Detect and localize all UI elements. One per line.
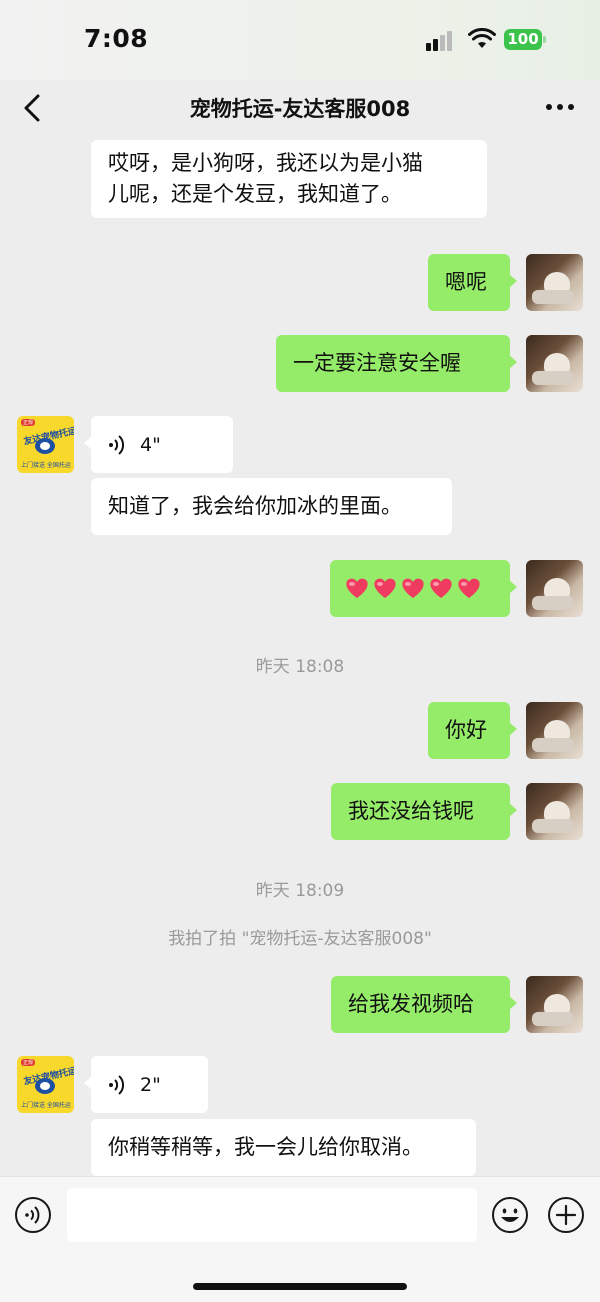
my-avatar[interactable] (526, 335, 583, 392)
my-avatar[interactable] (526, 783, 583, 840)
avatar-subtitle: 上门接送 全国托运 (21, 1102, 71, 1109)
message-bubble-sent[interactable]: 你好 (428, 702, 517, 759)
message-input[interactable] (67, 1188, 477, 1242)
message-text: 儿呢，还是个发豆，我知道了。 (108, 182, 402, 206)
message-bubble-received[interactable]: 哎呀，是小狗呀，我还以为是小猫 儿呢，还是个发豆，我知道了。 (91, 140, 487, 218)
heart-icon (346, 578, 368, 598)
message-text: 嗯呢 (445, 270, 487, 294)
message-bubble-sent[interactable]: 嗯呢 (428, 254, 517, 311)
emoji-icon[interactable] (491, 1196, 529, 1234)
battery-indicator: 100 (504, 29, 546, 50)
message-text: 你稍等稍等，我一会儿给你取消。 (108, 1135, 423, 1159)
voice-wave-icon (109, 1074, 125, 1095)
status-bar: 7:08 100 (0, 0, 600, 80)
chat-title: 宠物托运-友达客服008 (189, 97, 411, 121)
voice-duration: 4" (140, 433, 161, 456)
avatar-badge: 正规 (21, 1059, 36, 1066)
message-text: 你好 (445, 718, 487, 742)
message-text: 我还没给钱呢 (348, 799, 474, 823)
voice-wave-icon (109, 434, 125, 455)
message-text: 一定要注意安全喔 (293, 351, 461, 375)
dog-logo-icon (35, 1078, 55, 1094)
message-bubble-received[interactable]: 你稍等稍等，我一会儿给你取消。 (91, 1119, 476, 1176)
contact-avatar[interactable]: 正规 友达宠物托运 上门接送 全国托运 (17, 416, 74, 473)
signal-icon (426, 29, 456, 51)
heart-icon (458, 578, 480, 598)
message-bubble-sent[interactable] (330, 560, 517, 617)
heart-icon (402, 578, 424, 598)
message-text: 哎呀，是小狗呀，我还以为是小猫 (108, 151, 423, 175)
input-toolbar (0, 1176, 600, 1302)
back-arrow-icon[interactable] (18, 90, 48, 126)
avatar-badge: 正规 (21, 419, 36, 426)
message-bubble-sent[interactable]: 给我发视频哈 (331, 976, 517, 1033)
my-avatar[interactable] (526, 976, 583, 1033)
message-bubble-sent[interactable]: 我还没给钱呢 (331, 783, 517, 840)
contact-avatar[interactable]: 正规 友达宠物托运 上门接送 全国托运 (17, 1056, 74, 1113)
voice-input-icon[interactable] (14, 1196, 52, 1234)
voice-duration: 2" (140, 1073, 161, 1096)
wifi-icon (468, 28, 496, 48)
chat-header: 宠物托运-友达客服008 (0, 80, 600, 136)
message-bubble-sent[interactable]: 一定要注意安全喔 (276, 335, 517, 392)
timestamp-divider: 昨天 18:09 (255, 881, 345, 901)
voice-message-received[interactable]: 4" (84, 416, 233, 473)
avatar-subtitle: 上门接送 全国托运 (21, 462, 71, 469)
timestamp-divider: 昨天 18:08 (255, 657, 345, 677)
message-text: 知道了，我会给你加冰的里面。 (108, 494, 402, 518)
heart-icon (430, 578, 452, 598)
my-avatar[interactable] (526, 254, 583, 311)
status-time: 7:08 (84, 24, 149, 53)
voice-message-received[interactable]: 2" (84, 1056, 208, 1113)
plus-icon[interactable] (547, 1196, 585, 1234)
my-avatar[interactable] (526, 560, 583, 617)
home-indicator (193, 1283, 407, 1290)
pat-notification: 我拍了拍 "宠物托运-友达客服008" (168, 929, 432, 949)
heart-emoji-row (344, 572, 496, 604)
dog-logo-icon (35, 438, 55, 454)
message-text: 给我发视频哈 (348, 992, 474, 1016)
my-avatar[interactable] (526, 702, 583, 759)
more-options-icon[interactable] (540, 92, 580, 122)
message-list[interactable]: 哎呀，是小狗呀，我还以为是小猫 儿呢，还是个发豆，我知道了。 嗯呢 一定要注意安… (0, 136, 600, 1176)
heart-icon (374, 578, 396, 598)
message-bubble-received[interactable]: 知道了，我会给你加冰的里面。 (91, 478, 452, 535)
